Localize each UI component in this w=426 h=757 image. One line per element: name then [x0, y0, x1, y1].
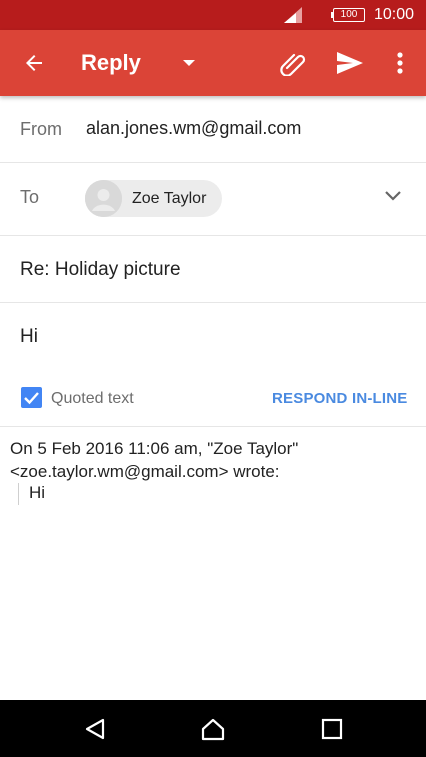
to-row[interactable]: To Zoe Taylor: [0, 163, 426, 236]
recipient-chip[interactable]: Zoe Taylor: [85, 180, 223, 217]
compose-body[interactable]: Hi: [20, 326, 38, 348]
avatar: [85, 180, 122, 217]
subject-row[interactable]: Re: Holiday picture: [0, 236, 426, 303]
recipient-name: Zoe Taylor: [132, 189, 207, 207]
clock: 10:00: [374, 6, 415, 23]
signal-icon: [284, 7, 302, 23]
arrow-back-icon[interactable]: [22, 51, 46, 75]
quote-header-line1: On 5 Feb 2016 11:06 am, "Zoe Taylor": [10, 439, 299, 458]
person-icon: [85, 180, 122, 217]
nav-home-icon[interactable]: [201, 717, 225, 741]
quoted-text-row: Quoted text RESPOND IN-LINE: [0, 378, 426, 427]
quote-header-line2: <zoe.taylor.wm@gmail.com> wrote:: [10, 462, 280, 481]
to-label: To: [20, 187, 40, 207]
subject-field[interactable]: Re: Holiday picture: [20, 259, 181, 281]
reply-title[interactable]: Reply: [81, 50, 141, 76]
caret-down-icon[interactable]: [181, 56, 197, 70]
paperclip-icon[interactable]: [279, 50, 307, 76]
navigation-bar: [0, 700, 426, 757]
respond-inline-button[interactable]: RESPOND IN-LINE: [272, 390, 408, 407]
more-vert-icon[interactable]: [390, 50, 410, 76]
from-account[interactable]: alan.jones.wm@gmail.com: [86, 118, 301, 139]
checkmark-icon: [24, 392, 39, 405]
send-icon[interactable]: [335, 50, 365, 76]
status-bar: 100 10:00: [0, 0, 426, 30]
nav-back-icon[interactable]: [83, 717, 107, 741]
quoted-text-checkbox[interactable]: [21, 387, 42, 408]
chevron-down-icon[interactable]: [383, 189, 403, 203]
from-row: From alan.jones.wm@gmail.com: [0, 96, 426, 163]
quoted-text-label: Quoted text: [51, 390, 134, 407]
from-label: From: [20, 119, 62, 139]
quote-header: On 5 Feb 2016 11:06 am, "Zoe Taylor" <zo…: [10, 437, 420, 483]
nav-recents-icon[interactable]: [320, 717, 344, 741]
app-bar: Reply: [0, 30, 426, 96]
battery-icon: 100: [333, 8, 365, 22]
quoted-message: Hi: [18, 483, 45, 505]
